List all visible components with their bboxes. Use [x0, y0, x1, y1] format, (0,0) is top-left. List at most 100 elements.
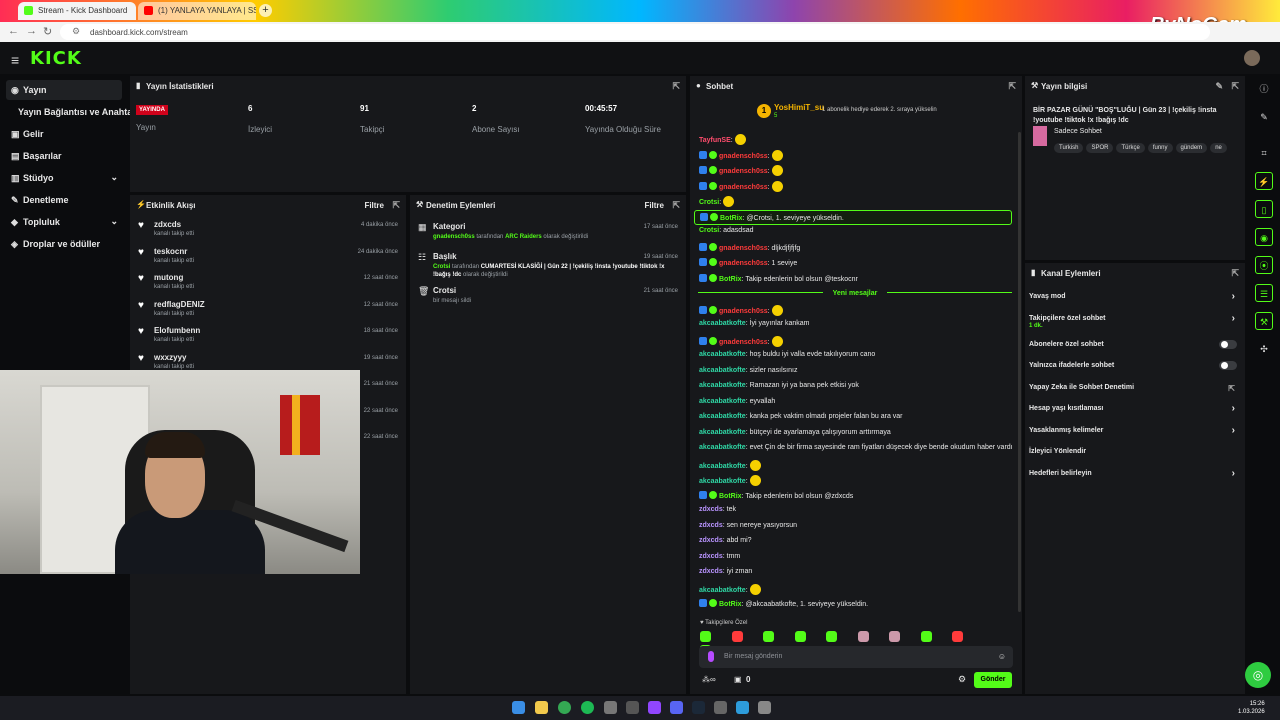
chat-message[interactable]: TayfunSE: — [694, 132, 1012, 148]
emote-icon[interactable] — [826, 631, 837, 642]
chat-username[interactable]: akcaabatkofte — [699, 429, 746, 436]
chat-username[interactable]: Crotsi — [699, 199, 719, 206]
app-icon[interactable] — [758, 701, 771, 714]
channel-action-row[interactable]: Abonelere özel sohbet — [1025, 335, 1245, 357]
chat-username[interactable]: akcaabatkofte — [699, 587, 746, 594]
popout-icon[interactable]: ⇱ — [1231, 268, 1239, 279]
url-field[interactable]: ⚙ dashboard.kick.com/stream — [60, 24, 1210, 40]
emote-icon[interactable] — [763, 631, 774, 642]
chat-message[interactable]: zdxcds: tmm — [694, 551, 1012, 567]
crop-icon[interactable]: ⌗ — [1255, 144, 1273, 162]
popout-icon[interactable]: ⇱ — [1008, 81, 1016, 92]
spotify-icon[interactable] — [581, 701, 594, 714]
moderation-row[interactable]: 🗑 Crotsi bir mesajı sildi 21 saat önce — [410, 283, 686, 313]
tag-chip[interactable]: funny — [1147, 143, 1173, 153]
sidebar-item-stream-key[interactable]: Yayın Bağlantısı ve Anahtarı — [6, 102, 138, 122]
browser-tab-youtube[interactable]: (1) YANLAYA YANLAYA | SS/dc — [138, 2, 256, 20]
kick-logo[interactable]: KICK — [30, 48, 82, 69]
tag-chip[interactable]: Turkish — [1054, 143, 1084, 153]
tag-chip[interactable]: SPOR — [1086, 143, 1114, 153]
app-icon[interactable] — [604, 701, 617, 714]
popout-icon[interactable]: ⇱ — [1231, 81, 1239, 92]
tag-chip[interactable]: ne — [1210, 143, 1227, 153]
pinned-gift-leaderboard[interactable]: 1 YosHimiT_su 5 1 abonelik hediye ederek… — [690, 98, 1022, 126]
chat-message[interactable]: zdxcds: sen nereye yasıyorsun — [694, 520, 1012, 536]
chat-message[interactable]: akcaabatkofte: evet Çin de bir firma say… — [694, 442, 1012, 458]
steam-icon[interactable] — [692, 701, 705, 714]
browser-tab-active[interactable]: Stream - Kick Dashboard — [18, 2, 136, 20]
chat-message[interactable]: gnadensch0ss: — [694, 163, 1012, 179]
chat-username[interactable]: akcaabatkofte — [699, 382, 746, 389]
chat-message[interactable]: akcaabatkofte: — [694, 582, 1012, 598]
forward-icon[interactable]: → — [26, 25, 37, 37]
points-icon[interactable]: ▣ — [734, 675, 742, 684]
channel-action-row[interactable]: Yavaş mod › — [1025, 287, 1245, 309]
chat-message[interactable]: Crotsi: — [694, 194, 1012, 210]
activity-row[interactable]: ♥ redflagDENIZ kanalı takip etti 12 saat ön… — [130, 295, 406, 322]
chat-username[interactable]: zdxcds — [699, 568, 723, 575]
new-tab-button[interactable]: + — [259, 4, 272, 17]
sidebar-item-gelir[interactable]: ▣ Gelir — [6, 124, 122, 144]
activity-row[interactable]: ♥ mutong kanalı takip etti 12 saat önce — [130, 268, 406, 295]
chat-message[interactable]: gnadensch0ss: dljkdjfjfjfg — [694, 241, 1012, 257]
chat-username[interactable]: BotRix — [720, 215, 743, 222]
popout-icon[interactable]: ⇱ — [672, 200, 680, 211]
chat-username[interactable]: gnadensch0ss — [719, 245, 768, 252]
chat-message[interactable]: gnadensch0ss: — [694, 179, 1012, 195]
document-icon[interactable]: ▯ — [1255, 200, 1273, 218]
chat-message[interactable]: akcaabatkofte: hoş buldu iyi valla evde … — [694, 349, 1012, 365]
tag-chip[interactable]: gündem — [1175, 143, 1208, 153]
chat-message-input[interactable]: Bir mesaj gönderin ☺ — [699, 646, 1013, 668]
emoji-icon[interactable]: ☺ — [998, 652, 1006, 661]
chat-settings-icon[interactable]: ⚙ — [958, 674, 966, 685]
chat-username[interactable]: akcaabatkofte — [699, 351, 746, 358]
chat-username[interactable]: akcaabatkofte — [699, 413, 746, 420]
chat-message[interactable]: akcaabatkofte: eyvallah — [694, 396, 1012, 412]
channel-action-row[interactable]: Takipçilere özel sohbet 1 dk. › — [1025, 309, 1245, 335]
channel-action-row[interactable]: İzleyici Yönlendir — [1025, 442, 1245, 464]
channel-action-row[interactable]: Hesap yaşı kısıtlaması › — [1025, 399, 1245, 421]
emote-icon[interactable] — [952, 631, 963, 642]
chat-message[interactable]: BotRix: Takip edenlerin bol olsun @zdxcd… — [694, 489, 1012, 505]
chat-message[interactable]: akcaabatkofte: — [694, 473, 1012, 489]
chat-message[interactable]: akcaabatkofte: bütçeyi de ayarlamaya çal… — [694, 427, 1012, 443]
info-icon[interactable]: ⓘ — [1255, 80, 1273, 98]
toggle-switch[interactable] — [1219, 339, 1237, 349]
activity-row[interactable]: ♥ teskocnr kanalı takip etti 24 dakika önce — [130, 242, 406, 269]
chat-scrollbar[interactable] — [1018, 132, 1021, 612]
back-icon[interactable]: ← — [8, 25, 19, 37]
channel-action-row[interactable]: Yasaklanmış kelimeler › — [1025, 421, 1245, 443]
popout-icon[interactable]: ⇱ — [392, 200, 400, 211]
filter-button[interactable]: Filtre — [364, 201, 384, 210]
chat-username[interactable]: akcaabatkofte — [699, 463, 746, 470]
chat-message[interactable]: gnadensch0ss: — [694, 303, 1012, 319]
mic-icon[interactable] — [708, 651, 714, 662]
wrench-icon[interactable]: ⚒ — [1255, 312, 1273, 330]
emote-icon[interactable] — [889, 631, 900, 642]
chat-username[interactable]: zdxcds — [699, 537, 723, 544]
obs-icon[interactable] — [714, 701, 727, 714]
chat-message[interactable]: zdxcds: abd mi? — [694, 535, 1012, 551]
channel-action-row[interactable]: Hedefleri belirleyin › — [1025, 464, 1245, 486]
chat-username[interactable]: TayfunSE — [699, 137, 731, 144]
chat-message[interactable]: akcaabatkofte: Ramazan iyi ya bana pek e… — [694, 380, 1012, 396]
chat-username[interactable]: BotRix — [719, 276, 742, 283]
emote-icon[interactable] — [857, 631, 869, 642]
chat-message[interactable]: akcaabatkofte: sizler nasılsınız — [694, 365, 1012, 381]
chat-username[interactable]: zdxcds — [699, 506, 723, 513]
app-icon[interactable] — [736, 701, 749, 714]
chat-message[interactable]: BotRix: @Crotsi, 1. seviyeye yükseldin. — [694, 209, 1012, 225]
menu-icon[interactable]: ≡ — [11, 52, 19, 68]
chat-message[interactable]: BotRix: @akcaabatkofte, 1. seviyeye yüks… — [694, 597, 1012, 613]
activity-row[interactable]: ♥ zdxcds kanalı takip etti 4 dakika önce — [130, 215, 406, 242]
bolt-icon[interactable]: ⚡ — [1255, 172, 1273, 190]
chat-username[interactable]: BotRix — [719, 601, 742, 608]
chat-username[interactable]: gnadensch0ss — [719, 308, 768, 315]
filter-button[interactable]: Filtre — [644, 201, 664, 210]
emote-icon[interactable] — [700, 631, 711, 642]
sidebar-item-droplar[interactable]: ◈ Droplar ve ödüller — [6, 234, 122, 254]
edit-icon[interactable]: ✎ — [1215, 81, 1223, 92]
app-icon[interactable] — [626, 701, 639, 714]
sidebar-item-topluluk[interactable]: ◆ Topluluk ⌄ — [6, 212, 122, 232]
chat-message[interactable]: zdxcds: tek — [694, 504, 1012, 520]
